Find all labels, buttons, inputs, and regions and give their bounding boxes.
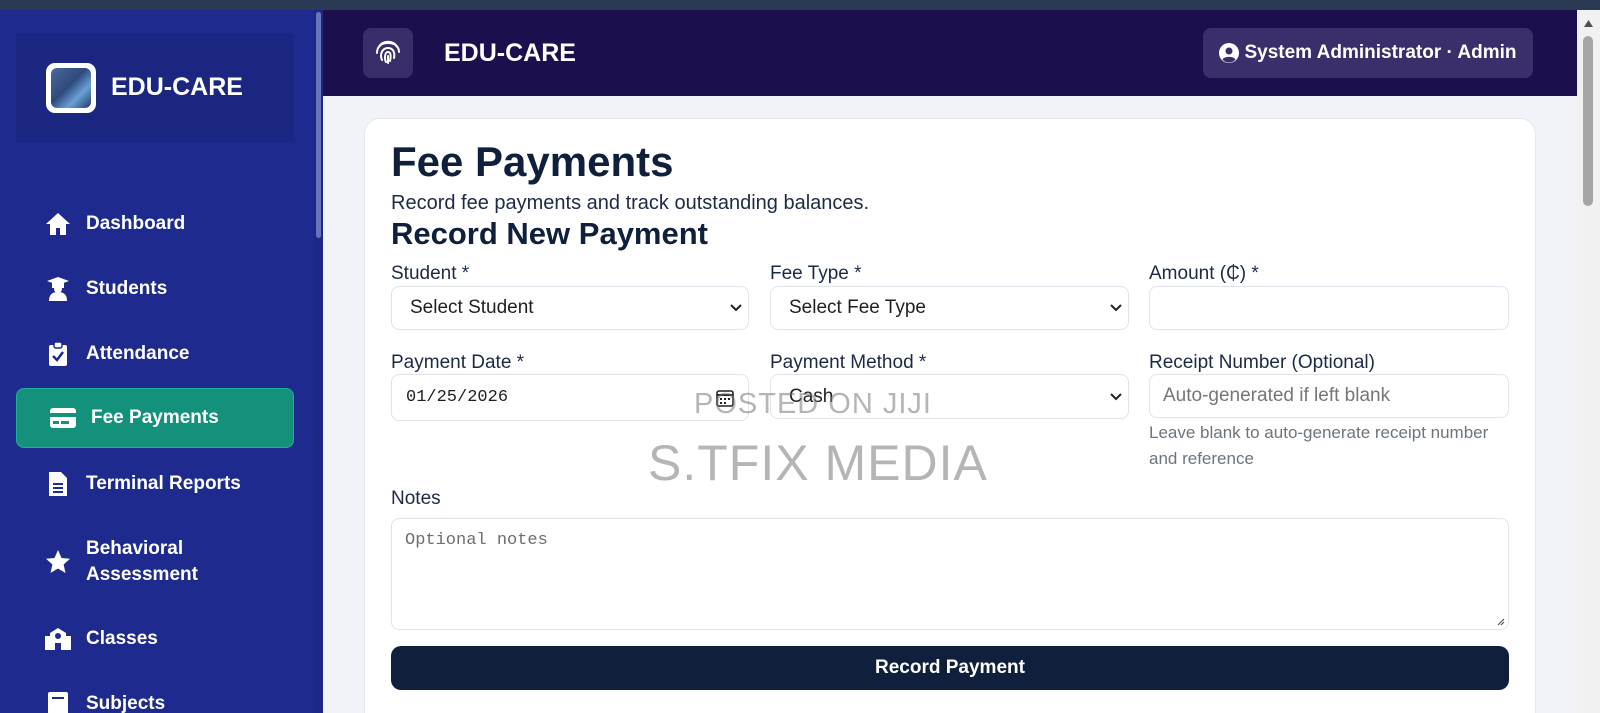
receipt-number-placeholder: Auto-generated if left blank [1163, 385, 1391, 406]
sidebar-item-label: Classes [86, 628, 158, 649]
sidebar-item-students[interactable]: Students [16, 263, 294, 315]
student-select[interactable]: Select Student [391, 286, 749, 330]
section-title: Record New Payment [391, 216, 708, 251]
sidebar-brand[interactable]: EDU-CARE [16, 33, 294, 142]
sidebar-item-label: Students [86, 278, 168, 299]
receipt-number-input[interactable]: Auto-generated if left blank [1149, 374, 1509, 418]
amount-label: Amount (₵) * [1149, 263, 1259, 284]
page-subtitle: Record fee payments and track outstandin… [391, 192, 870, 214]
header-title: EDU-CARE [444, 39, 576, 67]
fingerprint-icon [374, 37, 402, 70]
user-menu-button[interactable]: System Administrator · Admin [1203, 28, 1533, 78]
chevron-down-icon [1110, 304, 1122, 312]
watermark-line-2: S.TFIX MEDIA [648, 435, 988, 491]
notes-placeholder: Optional notes [405, 531, 548, 550]
notes-textarea[interactable]: Optional notes [391, 518, 1509, 630]
chevron-down-icon [730, 304, 742, 312]
student-select-value: Select Student [410, 297, 534, 318]
sidebar-item-label: Behavioral Assessment [86, 538, 198, 585]
record-payment-button[interactable]: Record Payment [391, 646, 1509, 690]
fee-type-label: Fee Type * [770, 263, 862, 284]
page-title: Fee Payments [391, 138, 674, 185]
amount-input[interactable] [1149, 286, 1509, 330]
fee-type-select[interactable]: Select Fee Type [770, 286, 1129, 330]
notes-label: Notes [391, 488, 441, 509]
chevron-down-icon [1110, 392, 1122, 401]
graduate-icon [44, 275, 72, 303]
user-circle-icon [1219, 43, 1240, 63]
school-icon [44, 625, 72, 653]
brand-name: EDU-CARE [111, 73, 243, 101]
sidebar-scrollbar[interactable] [314, 10, 323, 713]
fingerprint-button[interactable] [363, 28, 413, 78]
receipt-number-label: Receipt Number (Optional) [1149, 352, 1375, 373]
sidebar-item-terminal-reports[interactable]: Terminal Reports [16, 458, 294, 510]
sidebar-item-label: Subjects [86, 693, 166, 713]
watermark-line-1: POSTED ON JIJI [694, 388, 932, 420]
home-icon [44, 210, 72, 238]
sidebar: EDU-CARE Dashboard Students Attendance F [0, 10, 323, 713]
school-logo [46, 62, 96, 113]
sidebar-item-label: Dashboard [86, 213, 186, 234]
resize-handle-icon[interactable] [1495, 616, 1505, 626]
sidebar-item-subjects[interactable]: Subjects [16, 678, 294, 713]
receipt-help-text: Leave blank to auto-generate receipt num… [1149, 423, 1489, 468]
sidebar-item-classes[interactable]: Classes [16, 613, 294, 665]
scroll-up-arrow-icon[interactable] [1584, 14, 1593, 32]
sidebar-item-attendance[interactable]: Attendance [16, 328, 294, 380]
sidebar-item-dashboard[interactable]: Dashboard [16, 198, 294, 250]
user-label: System Administrator · Admin [1244, 42, 1517, 63]
payment-date-label: Payment Date * [391, 352, 525, 373]
sidebar-item-behavioral-assessment[interactable]: Behavioral Assessment [16, 523, 294, 601]
star-icon [44, 548, 72, 576]
sidebar-item-label: Attendance [86, 343, 190, 364]
sidebar-item-label: Terminal Reports [86, 473, 241, 494]
page-scrollbar[interactable] [1577, 10, 1600, 713]
payment-method-label: Payment Method * [770, 352, 927, 373]
credit-card-icon [49, 404, 77, 432]
sidebar-item-label: Fee Payments [91, 407, 219, 428]
top-header: EDU-CARE System Administrator · Admin [323, 10, 1577, 96]
sidebar-item-fee-payments[interactable]: Fee Payments [16, 388, 294, 448]
book-icon [44, 690, 72, 713]
file-icon [44, 470, 72, 498]
fee-type-select-value: Select Fee Type [789, 297, 926, 318]
student-label: Student * [391, 263, 470, 284]
payment-date-value: 01/25/2026 [406, 388, 509, 407]
scroll-thumb[interactable] [1583, 36, 1593, 206]
clipboard-check-icon [44, 340, 72, 368]
